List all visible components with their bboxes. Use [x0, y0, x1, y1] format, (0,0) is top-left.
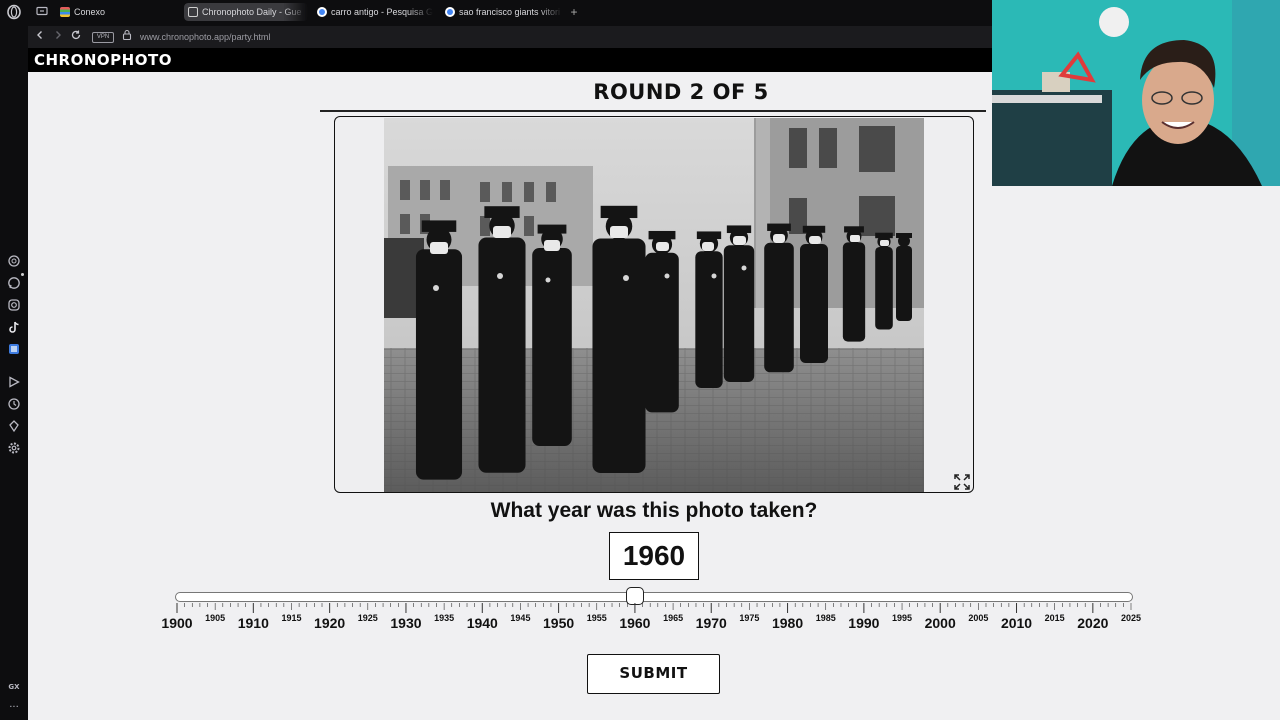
app-store-icon[interactable] — [6, 342, 22, 358]
whatsapp-icon[interactable] — [6, 276, 22, 292]
tick-label-1975: 1975 — [739, 613, 760, 623]
site-header: CHRONOPHOTO — [28, 48, 992, 72]
year-display: 1960 — [609, 532, 699, 580]
tab-bar: Conexo Chronophoto Daily - Gue carro ant… — [28, 0, 992, 24]
settings-gear-icon[interactable] — [6, 441, 22, 457]
player-icon[interactable] — [6, 375, 22, 391]
site-logo[interactable]: CHRONOPHOTO — [34, 51, 172, 69]
address-bar: VPN www.chronophoto.app/party.html — [28, 26, 992, 48]
webcam-overlay — [992, 0, 1280, 186]
tab-carro-antigo[interactable]: carro antigo - Pesquisa G — [313, 3, 433, 21]
tick-label-1910: 1910 — [237, 615, 269, 631]
tick-label-1915: 1915 — [281, 613, 302, 623]
tick-label-1940: 1940 — [466, 615, 498, 631]
tab-label: carro antigo - Pesquisa G — [331, 7, 433, 17]
tick-label-1970: 1970 — [695, 615, 727, 631]
gx-label[interactable]: GX — [6, 679, 22, 695]
tick-label-2000: 2000 — [924, 615, 956, 631]
tick-label-1955: 1955 — [586, 613, 607, 623]
more-options-icon[interactable]: ··· — [6, 700, 22, 716]
tick-label-1930: 1930 — [390, 615, 422, 631]
round-title: ROUND 2 OF 5 — [593, 80, 769, 104]
tick-label-1965: 1965 — [663, 613, 684, 623]
tick-label-1985: 1985 — [815, 613, 836, 623]
submit-button[interactable]: SUBMIT — [587, 654, 720, 694]
tick-label-1980: 1980 — [771, 615, 804, 631]
tab-chronophoto[interactable]: Chronophoto Daily - Gue — [184, 3, 308, 21]
photo-frame — [334, 116, 974, 493]
tick-label-1995: 1995 — [892, 613, 913, 623]
extensions-icon[interactable] — [6, 419, 22, 435]
back-arrow-icon[interactable] — [32, 29, 48, 45]
lock-icon[interactable] — [119, 29, 135, 45]
fullscreen-expand-icon[interactable] — [953, 473, 971, 491]
history-icon[interactable] — [6, 397, 22, 413]
tick-label-1945: 1945 — [510, 613, 531, 623]
google-icon — [317, 7, 327, 17]
question-text: What year was this photo taken? — [490, 499, 818, 522]
tick-label-1920: 1920 — [314, 615, 346, 631]
chatgpt-icon[interactable] — [6, 254, 22, 270]
reload-icon[interactable] — [68, 29, 84, 45]
tick-label-1990: 1990 — [848, 615, 880, 631]
workspaces-icon[interactable] — [34, 4, 50, 20]
tick-label-2010: 2010 — [1000, 615, 1033, 631]
tick-label-2015: 2015 — [1044, 613, 1065, 623]
tab-sao-francisco[interactable]: sao francisco giants vitori — [441, 3, 563, 21]
year-slider-track[interactable] — [175, 592, 1133, 602]
instagram-icon[interactable] — [6, 298, 22, 314]
url-field[interactable]: www.chronophoto.app/party.html — [140, 30, 270, 44]
tick-label-1905: 1905 — [205, 613, 226, 623]
browser-sidebar: GX ··· — [0, 0, 28, 720]
webcam-feed-image — [992, 0, 1280, 186]
tick-label-2025: 2025 — [1120, 613, 1142, 623]
google-icon — [445, 7, 455, 17]
stack-icon — [60, 7, 70, 17]
tick-label-1935: 1935 — [434, 613, 455, 623]
tab-label: Conexo — [74, 7, 106, 17]
camera-icon — [188, 7, 198, 17]
tick-label-1960: 1960 — [619, 615, 651, 631]
tick-label-1900: 1900 — [161, 615, 193, 631]
tab-conexo[interactable]: Conexo — [56, 3, 182, 21]
tiktok-icon[interactable] — [6, 320, 22, 336]
historical-photo — [384, 118, 924, 492]
vpn-badge[interactable]: VPN — [92, 32, 114, 43]
opera-logo-icon[interactable] — [6, 4, 22, 20]
tick-label-1950: 1950 — [543, 615, 575, 631]
divider — [320, 110, 986, 112]
forward-arrow-icon[interactable] — [50, 29, 66, 45]
tab-label: sao francisco giants vitori — [459, 7, 561, 17]
slider-tick-labels: 1900 1910 1920 1930 1940 1950 1960 1970 1980 1990… — [161, 613, 1141, 633]
tab-label: Chronophoto Daily - Gue — [202, 7, 302, 17]
tick-label-2020: 2020 — [1077, 615, 1109, 631]
tick-label-1925: 1925 — [357, 613, 378, 623]
tick-label-2005: 2005 — [968, 613, 989, 623]
new-tab-button[interactable]: + — [566, 3, 582, 21]
